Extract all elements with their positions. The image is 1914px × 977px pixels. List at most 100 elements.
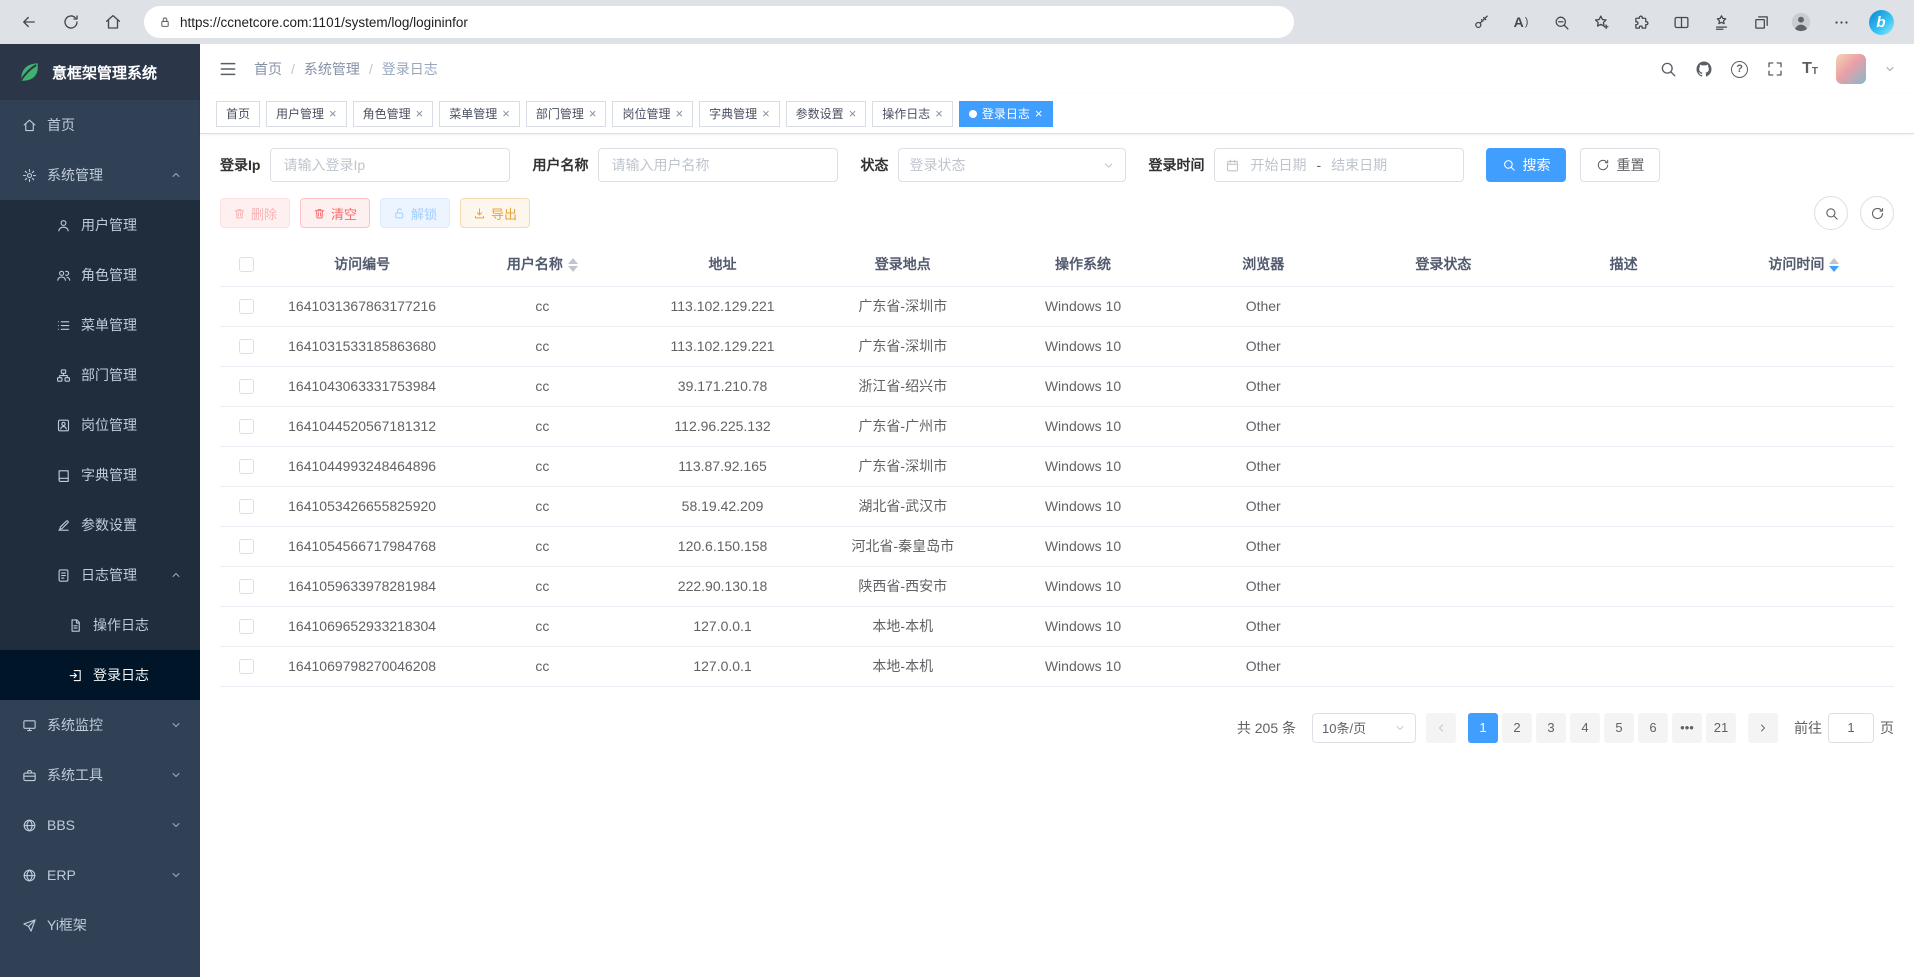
sidebar-item[interactable]: ERP [0, 850, 200, 900]
fullscreen-icon[interactable] [1766, 60, 1784, 78]
close-icon[interactable]: × [589, 107, 597, 120]
header-search-icon[interactable] [1659, 60, 1677, 78]
row-checkbox[interactable] [239, 579, 254, 594]
sidebar-item[interactable]: 角色管理 [0, 250, 200, 300]
extensions-icon[interactable] [1622, 5, 1660, 39]
page-button[interactable]: 6 [1638, 713, 1668, 743]
select-all-checkbox[interactable] [239, 257, 254, 272]
reset-button[interactable]: 重置 [1580, 148, 1660, 182]
sidebar-item[interactable]: 菜单管理 [0, 300, 200, 350]
row-checkbox[interactable] [239, 659, 254, 674]
sidebar-item[interactable]: 操作日志 [0, 600, 200, 650]
page-button[interactable]: 3 [1536, 713, 1566, 743]
read-aloud-icon[interactable]: A) [1502, 5, 1540, 39]
add-favorite-icon[interactable] [1582, 5, 1620, 39]
tab[interactable]: 字典管理× [699, 101, 780, 127]
close-icon[interactable]: × [416, 107, 424, 120]
row-checkbox[interactable] [239, 379, 254, 394]
page-button[interactable]: 21 [1706, 713, 1736, 743]
row-checkbox[interactable] [239, 539, 254, 554]
sidebar-item[interactable]: 日志管理 [0, 550, 200, 600]
github-icon[interactable] [1695, 60, 1713, 78]
user-avatar[interactable] [1836, 54, 1866, 84]
sidebar-item[interactable]: BBS [0, 800, 200, 850]
browser-refresh-button[interactable] [52, 5, 90, 39]
address-bar[interactable]: https://ccnetcore.com:1101/system/log/lo… [144, 6, 1294, 38]
font-size-icon[interactable]: TT [1802, 61, 1818, 77]
show-search-toggle-icon[interactable] [1814, 196, 1848, 230]
sidebar-item[interactable]: 首页 [0, 100, 200, 150]
tab[interactable]: 登录日志× [959, 101, 1053, 127]
row-checkbox[interactable] [239, 619, 254, 634]
sidebar-item[interactable]: 系统工具 [0, 750, 200, 800]
date-range-picker[interactable]: 开始日期 - 结束日期 [1214, 148, 1464, 182]
tab[interactable]: 菜单管理× [439, 101, 520, 127]
goto-page-input[interactable] [1828, 713, 1874, 743]
browser-profile-icon[interactable] [1782, 5, 1820, 39]
sidebar-item[interactable]: Yi框架 [0, 900, 200, 950]
page-size-select[interactable]: 10条/页 [1312, 713, 1416, 743]
tab[interactable]: 操作日志× [872, 101, 953, 127]
site-permissions-icon[interactable] [158, 15, 172, 29]
sidebar-item[interactable]: 用户管理 [0, 200, 200, 250]
browser-menu-icon[interactable] [1822, 5, 1860, 39]
tab[interactable]: 岗位管理× [612, 101, 693, 127]
next-page-button[interactable] [1748, 713, 1778, 743]
row-checkbox[interactable] [239, 459, 254, 474]
sidebar-item[interactable]: 岗位管理 [0, 400, 200, 450]
sort-icon[interactable] [1829, 258, 1839, 272]
tab[interactable]: 部门管理× [526, 101, 607, 127]
help-icon[interactable]: ? [1731, 61, 1748, 78]
login-ip-input[interactable] [270, 148, 510, 182]
search-button[interactable]: 搜索 [1486, 148, 1566, 182]
sort-icon[interactable] [568, 258, 578, 272]
sidebar-toggle-icon[interactable] [218, 59, 238, 79]
password-key-icon[interactable] [1462, 5, 1500, 39]
sidebar-item[interactable]: 参数设置 [0, 500, 200, 550]
user-name-input[interactable] [598, 148, 838, 182]
row-checkbox[interactable] [239, 299, 254, 314]
breadcrumb-system[interactable]: 系统管理 [304, 59, 360, 79]
more-pages-button[interactable]: ••• [1672, 713, 1702, 743]
page-button[interactable]: 2 [1502, 713, 1532, 743]
sidebar-item[interactable]: 字典管理 [0, 450, 200, 500]
page-button[interactable]: 1 [1468, 713, 1498, 743]
row-checkbox[interactable] [239, 339, 254, 354]
close-icon[interactable]: × [935, 107, 943, 120]
tab[interactable]: 参数设置× [786, 101, 867, 127]
close-icon[interactable]: × [1035, 107, 1043, 120]
page-button[interactable]: 4 [1570, 713, 1600, 743]
split-screen-icon[interactable] [1662, 5, 1700, 39]
column-header[interactable]: 访问时间 [1714, 242, 1894, 286]
breadcrumb-home[interactable]: 首页 [254, 59, 282, 79]
close-icon[interactable]: × [762, 107, 770, 120]
row-checkbox[interactable] [239, 499, 254, 514]
tab[interactable]: 首页 [216, 101, 260, 127]
refresh-table-icon[interactable] [1860, 196, 1894, 230]
page-button[interactable]: 5 [1604, 713, 1634, 743]
sidebar-item[interactable]: 系统管理 [0, 150, 200, 200]
close-icon[interactable]: × [849, 107, 857, 120]
favorites-bar-icon[interactable] [1702, 5, 1740, 39]
clear-button[interactable]: 清空 [300, 198, 370, 228]
tab[interactable]: 角色管理× [353, 101, 434, 127]
unlock-button[interactable]: 解锁 [380, 198, 450, 228]
close-icon[interactable]: × [329, 107, 337, 120]
close-icon[interactable]: × [675, 107, 683, 120]
url-text[interactable]: https://ccnetcore.com:1101/system/log/lo… [180, 15, 468, 30]
row-checkbox[interactable] [239, 419, 254, 434]
delete-button[interactable]: 删除 [220, 198, 290, 228]
prev-page-button[interactable] [1426, 713, 1456, 743]
browser-home-button[interactable] [94, 5, 132, 39]
zoom-out-icon[interactable] [1542, 5, 1580, 39]
sidebar-item[interactable]: 系统监控 [0, 700, 200, 750]
tab[interactable]: 用户管理× [266, 101, 347, 127]
browser-back-button[interactable] [10, 5, 48, 39]
user-menu-chevron-icon[interactable] [1884, 63, 1896, 75]
sidebar-item[interactable]: 部门管理 [0, 350, 200, 400]
copilot-icon[interactable]: b [1862, 5, 1900, 39]
close-icon[interactable]: × [502, 107, 510, 120]
column-header[interactable]: 用户名称 [452, 242, 632, 286]
sidebar-item[interactable]: 登录日志 [0, 650, 200, 700]
collections-icon[interactable] [1742, 5, 1780, 39]
